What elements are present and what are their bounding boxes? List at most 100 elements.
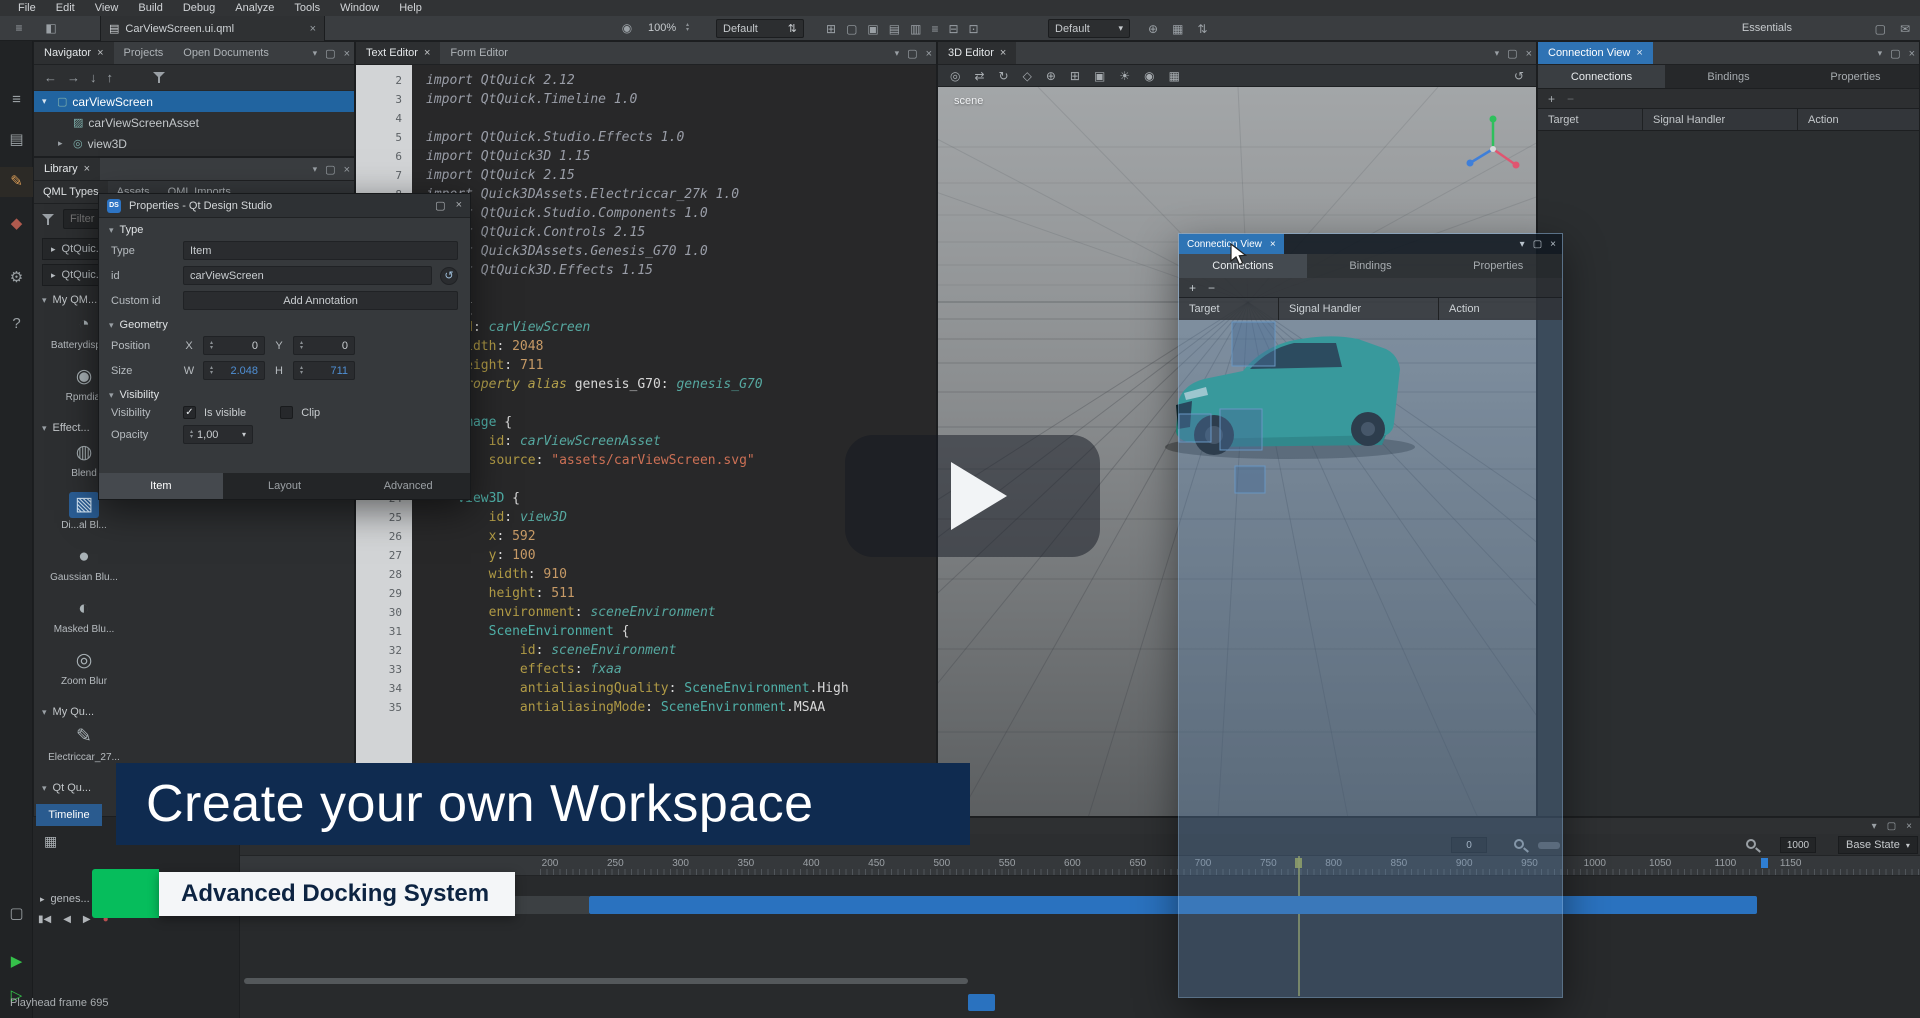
close-icon[interactable]: × <box>456 199 462 212</box>
connection-table-body[interactable] <box>1538 131 1919 816</box>
show-borders-icon[interactable]: ▥ <box>910 22 921 36</box>
column-signal-handler[interactable]: Signal Handler <box>1643 109 1798 130</box>
style-selector[interactable]: Default ⇅ <box>716 19 804 38</box>
reset-id-icon[interactable]: ↺ <box>440 267 458 285</box>
undock-icon[interactable]: ▢ <box>325 47 335 60</box>
nav-back-icon[interactable]: ← <box>44 70 57 85</box>
nav-forward-icon[interactable]: → <box>67 70 80 85</box>
close-icon[interactable]: × <box>1550 239 1556 250</box>
library-item[interactable]: ●Gaussian Blu... <box>38 544 130 594</box>
feedback-icon[interactable]: ✉ <box>1900 22 1910 36</box>
tab-library[interactable]: Library× <box>34 158 100 180</box>
tab-form-editor[interactable]: Form Editor <box>440 42 517 64</box>
chevron-down-icon[interactable]: ▾ <box>1520 239 1525 250</box>
maximize-icon[interactable]: ▢ <box>435 199 445 212</box>
tab-advanced[interactable]: Advanced <box>346 473 470 499</box>
rotate-tool-icon[interactable]: ↻ <box>999 69 1009 83</box>
chevron-down-icon[interactable]: ▾ <box>313 164 318 175</box>
toggle-left-sidebar-icon[interactable]: ≡ <box>8 16 30 41</box>
camera-icon[interactable]: ◉ <box>1144 69 1154 83</box>
light-icon[interactable]: ☀ <box>1119 69 1130 83</box>
column-target[interactable]: Target <box>1538 109 1643 130</box>
play-icon[interactable]: ▶ <box>83 914 91 925</box>
columns-icon[interactable]: ⊟ <box>948 22 958 36</box>
type-field[interactable]: Item <box>183 241 458 260</box>
close-icon[interactable]: × <box>1906 821 1912 832</box>
undock-icon[interactable]: ▢ <box>1887 821 1896 832</box>
tab-item[interactable]: Item <box>99 473 223 499</box>
clip-checkbox[interactable] <box>280 406 293 419</box>
chevron-down-icon[interactable]: ▾ <box>313 48 318 59</box>
menu-item[interactable]: Help <box>391 2 430 14</box>
tab-layout[interactable]: Layout <box>223 473 347 499</box>
preview-display-icon[interactable]: ▢ <box>0 899 33 929</box>
column-action[interactable]: Action <box>1798 109 1919 130</box>
menu-item[interactable]: Debug <box>175 2 223 14</box>
local-global-icon[interactable]: ⊕ <box>1046 69 1056 83</box>
menu-item[interactable]: Analyze <box>227 2 282 14</box>
tab-timeline[interactable]: Timeline <box>36 804 102 826</box>
tab-projects[interactable]: Projects <box>114 42 174 64</box>
split-editor-icon[interactable]: ◧ <box>40 16 62 41</box>
x-field[interactable]: ▴▾0 <box>203 336 265 355</box>
tab-bindings[interactable]: Bindings <box>1307 254 1435 278</box>
documents-icon[interactable]: ▤ <box>0 125 33 155</box>
document-tab[interactable]: ▤ CarViewScreen.ui.qml × <box>100 16 325 41</box>
section-type[interactable]: ▾Type <box>99 218 470 238</box>
align-items-icon[interactable]: ≡ <box>931 22 938 36</box>
remove-connection-icon[interactable]: − <box>1208 281 1215 295</box>
close-icon[interactable]: × <box>97 42 103 64</box>
video-play-button[interactable] <box>845 435 1100 557</box>
timeline-settings-icon[interactable]: ▦ <box>44 833 57 850</box>
add-connection-icon[interactable]: + <box>1548 92 1555 106</box>
add-connection-icon[interactable]: + <box>1189 281 1196 295</box>
design-mode-icon[interactable]: ✎ <box>0 167 33 197</box>
spinner-icon[interactable]: ▴▾ <box>300 366 303 376</box>
material-editor-icon[interactable]: ◆ <box>0 209 33 239</box>
tab-properties[interactable]: Properties <box>1792 65 1919 88</box>
zoom-level[interactable]: 100% <box>648 16 676 41</box>
tree-item-view3D[interactable]: ▸◎view3D <box>34 133 354 154</box>
menu-item[interactable]: File <box>10 2 44 14</box>
fill-mode-icon[interactable]: ▤ <box>889 22 900 36</box>
close-icon[interactable]: × <box>1270 239 1276 250</box>
tree-item-carViewScreenAsset[interactable]: ▨carViewScreenAsset <box>34 112 354 133</box>
timeline-track-row[interactable]: ▸ genes... <box>40 893 90 905</box>
column-action[interactable]: Action <box>1439 298 1562 320</box>
step-back-icon[interactable]: ◀ <box>63 914 71 925</box>
library-item[interactable]: ◎Zoom Blur <box>38 648 130 698</box>
spinner-icon[interactable]: ▴▾ <box>300 341 303 351</box>
scale-tool-icon[interactable]: ◇ <box>1023 69 1032 83</box>
tab-navigator[interactable]: Navigator× <box>34 42 114 64</box>
timeline-track-bar[interactable] <box>589 896 1757 914</box>
close-icon[interactable]: × <box>1909 48 1915 60</box>
width-field[interactable]: ▴▾2.048 <box>203 361 265 380</box>
close-tab-icon[interactable]: × <box>310 23 316 35</box>
timeline-scrollbar[interactable] <box>244 978 968 984</box>
chevron-down-icon[interactable]: ▾ <box>895 48 900 59</box>
tab-connection-view[interactable]: Connection View× <box>1538 42 1653 64</box>
spinner-icon[interactable]: ▴▾ <box>190 430 193 440</box>
window-mode-icon[interactable]: ▢ <box>1875 22 1886 36</box>
end-frame-value[interactable]: 1000 <box>1780 837 1816 853</box>
add-annotation-button[interactable]: Add Annotation <box>183 291 458 310</box>
tab-qml-types[interactable]: QML Types <box>34 181 108 203</box>
spinner-icon[interactable]: ▴▾ <box>210 366 213 376</box>
stack-order-icon[interactable]: ⇅ <box>1197 22 1207 36</box>
skip-start-icon[interactable]: ▮◀ <box>38 914 51 925</box>
menu-item[interactable]: Build <box>130 2 170 14</box>
close-icon[interactable]: × <box>1526 48 1532 60</box>
undock-icon[interactable]: ▢ <box>907 47 917 60</box>
zoom-in-icon[interactable] <box>1746 839 1756 849</box>
move-up-icon[interactable]: ↑ <box>107 70 114 85</box>
tab-bindings[interactable]: Bindings <box>1665 65 1792 88</box>
tab-text-editor[interactable]: Text Editor× <box>356 42 440 64</box>
select-tool-icon[interactable]: ◎ <box>950 69 960 83</box>
y-field[interactable]: ▴▾0 <box>293 336 355 355</box>
rows-icon[interactable]: ⊡ <box>969 22 979 36</box>
tab-3d-editor[interactable]: 3D Editor× <box>938 42 1016 64</box>
tab-connections[interactable]: Connections <box>1538 65 1665 88</box>
column-target[interactable]: Target <box>1179 298 1279 320</box>
menu-item[interactable]: Edit <box>48 2 83 14</box>
library-item[interactable]: ◐Masked Blu... <box>38 596 130 646</box>
